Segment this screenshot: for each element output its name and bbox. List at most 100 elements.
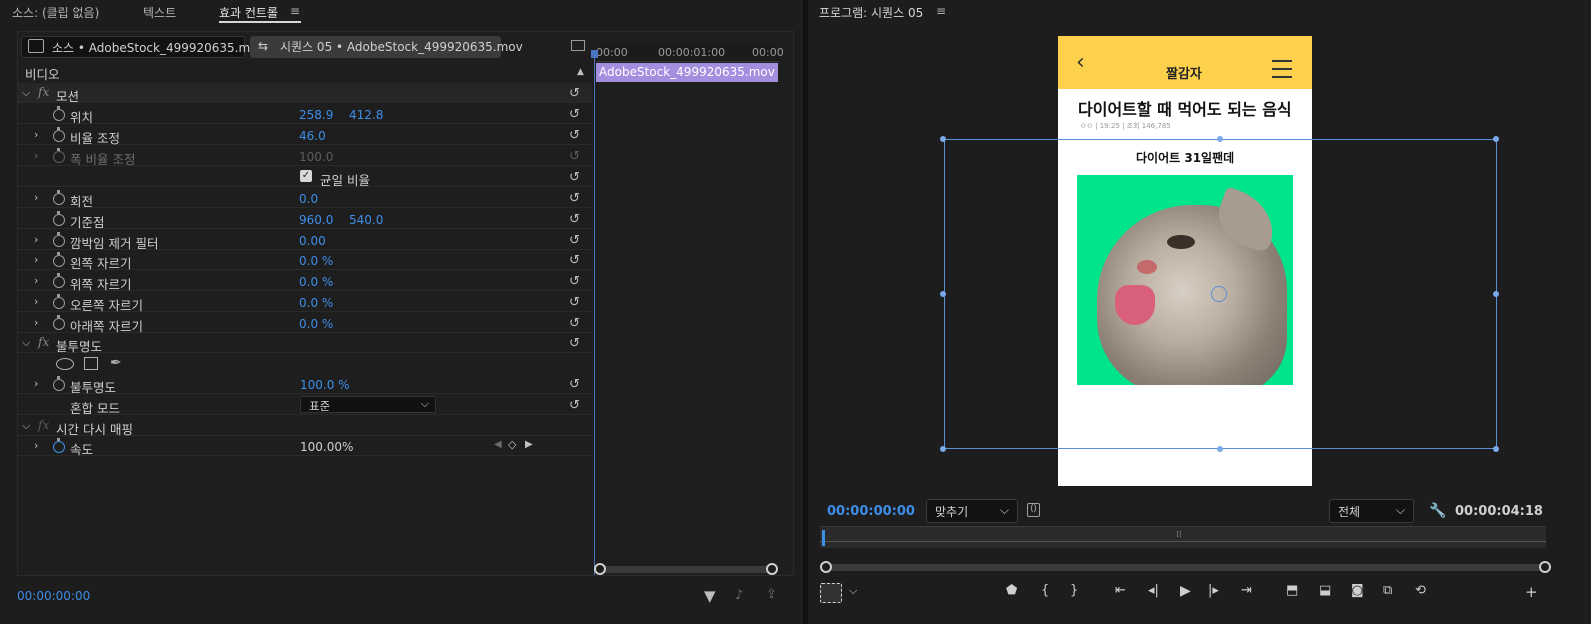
pen-mask-icon[interactable]: ✒ [110, 355, 122, 371]
crop-right-value[interactable]: 0.0 % [299, 296, 333, 310]
transform-handle[interactable] [940, 291, 946, 297]
rectangle-mask-icon[interactable] [84, 357, 98, 370]
anchor-x[interactable]: 960.0 [299, 213, 333, 227]
filter-icon[interactable]: ▼ [704, 587, 716, 605]
crop-bottom-value[interactable]: 0.0 % [299, 317, 333, 331]
go-to-in-icon[interactable]: ⇤ [1115, 583, 1126, 598]
ellipse-mask-icon[interactable] [56, 358, 74, 370]
param-row-crop-right[interactable]: › 오른쪽 자르기 0.0 % ↺ [18, 292, 592, 313]
add-button-icon[interactable]: + [1525, 583, 1538, 601]
reset-icon[interactable]: ↺ [569, 128, 580, 143]
proxy-toggle-icon[interactable]: ⟲ [1415, 583, 1426, 598]
chevron-right-icon[interactable]: › [34, 316, 38, 329]
source-clip-tab[interactable]: 소스 • AdobeStock_499920635.mov [21, 36, 265, 58]
chevron-down-icon[interactable]: ⌵ [22, 419, 30, 433]
fx-icon[interactable]: fx [38, 335, 49, 349]
flicker-value[interactable]: 0.00 [299, 234, 326, 248]
select-zoom-icon[interactable] [820, 583, 842, 603]
anchor-point-icon[interactable] [1211, 286, 1227, 302]
anchor-y[interactable]: 540.0 [349, 213, 383, 227]
safe-margins-icon[interactable]: ⟨⟩ [1027, 503, 1040, 517]
tab-source[interactable]: 소스: (클립 없음) [12, 4, 99, 21]
fx-icon[interactable]: fx [38, 85, 49, 99]
param-row-blend-mode[interactable]: 혼합 모드 표준 ⌵ ↺ [18, 395, 592, 416]
param-row-rotation[interactable]: › 회전 0.0 ↺ [18, 188, 592, 209]
reset-icon[interactable]: ↺ [569, 212, 580, 227]
add-marker-icon[interactable]: ⬟ [1006, 583, 1017, 598]
chevron-right-icon[interactable]: › [34, 191, 38, 204]
chevron-right-icon[interactable]: › [34, 439, 38, 452]
param-row-anchor[interactable]: 기준점 960.0 540.0 ↺ [18, 209, 592, 230]
go-to-out-icon[interactable]: ⇥ [1241, 583, 1252, 598]
reset-icon[interactable]: ↺ [569, 316, 580, 331]
toggle-timeline-icon[interactable] [571, 40, 585, 51]
wrench-icon[interactable]: 🔧 [1429, 503, 1446, 519]
add-keyframe-icon[interactable]: ◇ [508, 438, 516, 451]
stopwatch-icon[interactable] [53, 190, 65, 205]
chevron-down-icon[interactable]: ⌵ [849, 584, 857, 598]
fit-dropdown[interactable]: 맞추기 ⌵ [926, 499, 1018, 523]
param-row-flicker[interactable]: › 깜박임 제거 필터 0.00 ↺ [18, 230, 592, 251]
chevron-right-icon[interactable]: › [34, 377, 38, 390]
lift-icon[interactable]: ⬒ [1286, 583, 1298, 598]
chevron-right-icon[interactable]: › [34, 233, 38, 246]
param-row-opacity[interactable]: › 불투명도 100.0 % ↺ [18, 374, 592, 395]
stopwatch-icon[interactable] [53, 315, 65, 330]
playhead-marker[interactable] [822, 530, 825, 546]
reset-icon[interactable]: ↺ [569, 86, 580, 101]
mark-in-icon[interactable]: { [1041, 583, 1049, 598]
playhead-handle[interactable] [591, 50, 598, 58]
sequence-clip-tab[interactable]: ⇆ 시퀀스 05 • AdobeStock_499920635.mov [250, 36, 523, 58]
prev-keyframe-icon[interactable]: ◀ [494, 439, 502, 450]
stopwatch-icon[interactable] [53, 294, 65, 309]
transform-handle[interactable] [1493, 291, 1499, 297]
chevron-right-icon[interactable]: › [34, 295, 38, 308]
transform-handle[interactable] [1217, 446, 1223, 452]
effect-timeline-scrollbar[interactable] [600, 566, 772, 573]
stopwatch-icon[interactable] [53, 127, 65, 142]
speed-value[interactable]: 100.00% [300, 440, 353, 454]
transform-handle[interactable] [940, 136, 946, 142]
extract-icon[interactable]: ⬓ [1319, 583, 1331, 598]
chevron-right-icon[interactable]: › [34, 149, 38, 162]
program-time-ruler[interactable]: ⁞⁞ [820, 526, 1546, 548]
zoom-scrollbar[interactable] [826, 564, 1546, 571]
crop-top-value[interactable]: 0.0 % [299, 275, 333, 289]
chevron-down-icon[interactable]: ⌵ [22, 336, 30, 350]
rotation-value[interactable]: 0.0 [299, 192, 318, 206]
panel-menu-icon[interactable]: ≡ [936, 4, 946, 18]
effect-row-motion[interactable]: ⌵ fx 모션 ↺ [18, 83, 592, 104]
stopwatch-icon[interactable] [53, 232, 65, 247]
param-row-position[interactable]: 위치 258.9 412.8 ↺ [18, 104, 592, 125]
reset-icon[interactable]: ↺ [569, 107, 580, 122]
tab-effect-controls[interactable]: 효과 컨트롤 [219, 4, 278, 21]
program-title[interactable]: 프로그램: 시퀀스 05 [819, 4, 923, 21]
playhead-line[interactable] [594, 50, 595, 575]
stopwatch-icon[interactable] [53, 252, 65, 267]
position-x[interactable]: 258.9 [299, 108, 333, 122]
reset-icon[interactable]: ↺ [569, 377, 580, 392]
timeline-clip[interactable]: AdobeStock_499920635.mov [596, 63, 778, 82]
step-back-icon[interactable]: ◂| [1148, 583, 1159, 598]
opacity-value[interactable]: 100.0 % [300, 378, 350, 392]
reset-icon[interactable]: ↺ [569, 336, 580, 351]
stopwatch-icon[interactable] [53, 376, 65, 391]
audio-only-icon[interactable]: ♪ [735, 588, 743, 603]
mark-out-icon[interactable]: } [1070, 583, 1078, 598]
param-row-scale[interactable]: › 비율 조정 46.0 ↺ [18, 125, 592, 146]
transform-handle[interactable] [940, 446, 946, 452]
param-row-uniform-scale[interactable]: ✓ 균일 비율 ↺ [18, 167, 592, 188]
blend-mode-dropdown[interactable]: 표준 ⌵ [300, 396, 436, 413]
reset-icon[interactable]: ↺ [569, 191, 580, 206]
collapse-icon[interactable]: ▲ [577, 67, 584, 77]
reset-icon[interactable]: ↺ [569, 295, 580, 310]
effect-timecode[interactable]: 00:00:00:00 [17, 589, 90, 603]
transform-handle[interactable] [1493, 446, 1499, 452]
play-icon[interactable]: ▶ [1180, 583, 1191, 599]
param-row-scale-width[interactable]: › 폭 비율 조정 100.0 ↺ [18, 146, 592, 167]
stopwatch-icon[interactable] [53, 106, 65, 121]
comparison-view-icon[interactable]: ⧉ [1383, 583, 1392, 598]
param-row-crop-top[interactable]: › 위쪽 자르기 0.0 % ↺ [18, 271, 592, 292]
transform-handle[interactable] [1493, 136, 1499, 142]
param-row-crop-left[interactable]: › 왼쪽 자르기 0.0 % ↺ [18, 250, 592, 271]
